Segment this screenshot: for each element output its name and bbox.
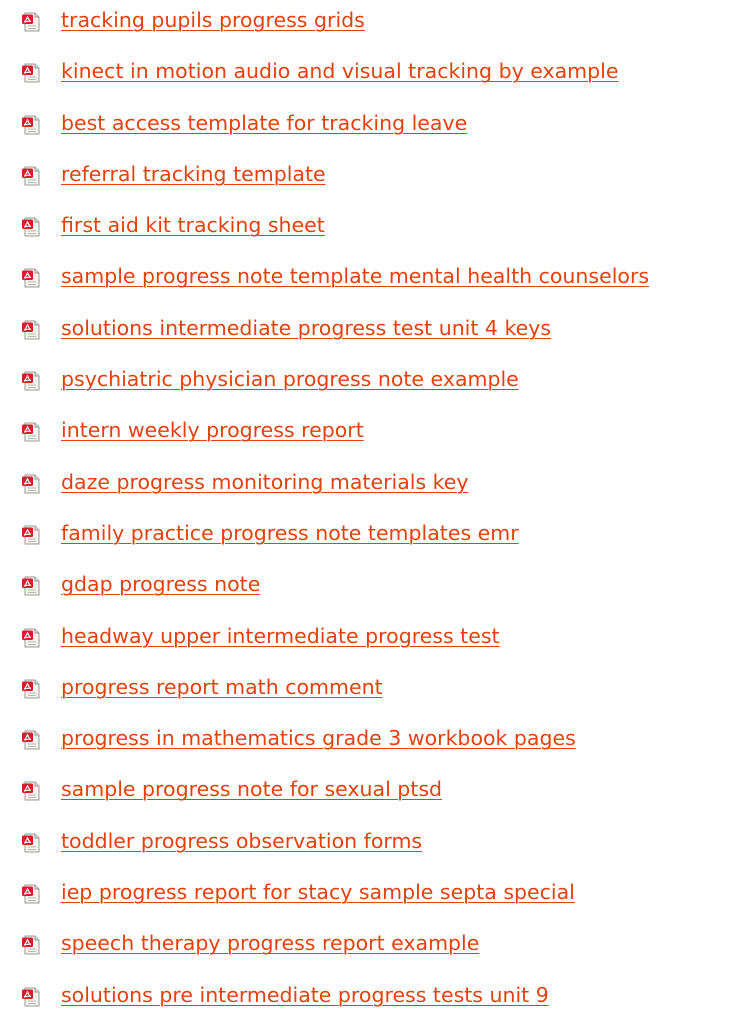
list-item: solutions pre intermediate progress test…: [0, 975, 735, 1026]
pdf-document-icon: [21, 781, 41, 801]
pdf-document-icon: [21, 987, 41, 1007]
document-link[interactable]: progress report math comment: [61, 673, 383, 701]
pdf-document-icon: [21, 679, 41, 699]
list-item: progress report math comment: [0, 667, 735, 718]
document-link[interactable]: best access template for tracking leave: [61, 109, 467, 137]
pdf-document-icon: [21, 371, 41, 391]
document-link[interactable]: first aid kit tracking sheet: [61, 211, 325, 239]
document-list: tracking pupils progress grids kinect in …: [0, 0, 735, 1026]
document-link[interactable]: iep progress report for stacy sample sep…: [61, 878, 575, 906]
pdf-document-icon: [21, 935, 41, 955]
document-link[interactable]: kinect in motion audio and visual tracki…: [61, 57, 618, 85]
list-item: best access template for tracking leave: [0, 103, 735, 154]
pdf-document-icon: [21, 166, 41, 186]
pdf-document-icon: [21, 628, 41, 648]
pdf-document-icon: [21, 115, 41, 135]
pdf-document-icon: [21, 525, 41, 545]
list-item: family practice progress note templates …: [0, 513, 735, 564]
list-item: referral tracking template: [0, 154, 735, 205]
list-item: kinect in motion audio and visual tracki…: [0, 51, 735, 102]
pdf-document-icon: [21, 884, 41, 904]
pdf-document-icon: [21, 730, 41, 750]
list-item: speech therapy progress report example: [0, 923, 735, 974]
pdf-document-icon: [21, 576, 41, 596]
document-link[interactable]: solutions pre intermediate progress test…: [61, 981, 549, 1009]
pdf-document-icon: [21, 217, 41, 237]
document-link[interactable]: solutions intermediate progress test uni…: [61, 314, 551, 342]
list-item: solutions intermediate progress test uni…: [0, 308, 735, 359]
document-link[interactable]: daze progress monitoring materials key: [61, 468, 469, 496]
list-item: tracking pupils progress grids: [0, 0, 735, 51]
pdf-document-icon: [21, 833, 41, 853]
document-link[interactable]: gdap progress note: [61, 570, 260, 598]
document-link[interactable]: toddler progress observation forms: [61, 827, 422, 855]
list-item: daze progress monitoring materials key: [0, 462, 735, 513]
list-item: gdap progress note: [0, 564, 735, 615]
pdf-document-icon: [21, 12, 41, 32]
document-link[interactable]: psychiatric physician progress note exam…: [61, 365, 519, 393]
list-item: psychiatric physician progress note exam…: [0, 359, 735, 410]
list-item: toddler progress observation forms: [0, 821, 735, 872]
pdf-document-icon: [21, 63, 41, 83]
list-item: progress in mathematics grade 3 workbook…: [0, 718, 735, 769]
document-link[interactable]: headway upper intermediate progress test: [61, 622, 500, 650]
document-link[interactable]: tracking pupils progress grids: [61, 6, 365, 34]
document-link[interactable]: progress in mathematics grade 3 workbook…: [61, 724, 576, 752]
list-item: intern weekly progress report: [0, 410, 735, 461]
pdf-document-icon: [21, 474, 41, 494]
document-link[interactable]: speech therapy progress report example: [61, 929, 479, 957]
list-item: headway upper intermediate progress test: [0, 616, 735, 667]
document-link[interactable]: sample progress note template mental hea…: [61, 262, 649, 290]
document-link[interactable]: intern weekly progress report: [61, 416, 364, 444]
list-item: first aid kit tracking sheet: [0, 205, 735, 256]
list-item: sample progress note template mental hea…: [0, 256, 735, 307]
pdf-document-icon: [21, 320, 41, 340]
list-item: iep progress report for stacy sample sep…: [0, 872, 735, 923]
document-link[interactable]: family practice progress note templates …: [61, 519, 519, 547]
document-link[interactable]: sample progress note for sexual ptsd: [61, 775, 442, 803]
pdf-document-icon: [21, 268, 41, 288]
pdf-document-icon: [21, 422, 41, 442]
list-item: sample progress note for sexual ptsd: [0, 769, 735, 820]
document-link[interactable]: referral tracking template: [61, 160, 326, 188]
